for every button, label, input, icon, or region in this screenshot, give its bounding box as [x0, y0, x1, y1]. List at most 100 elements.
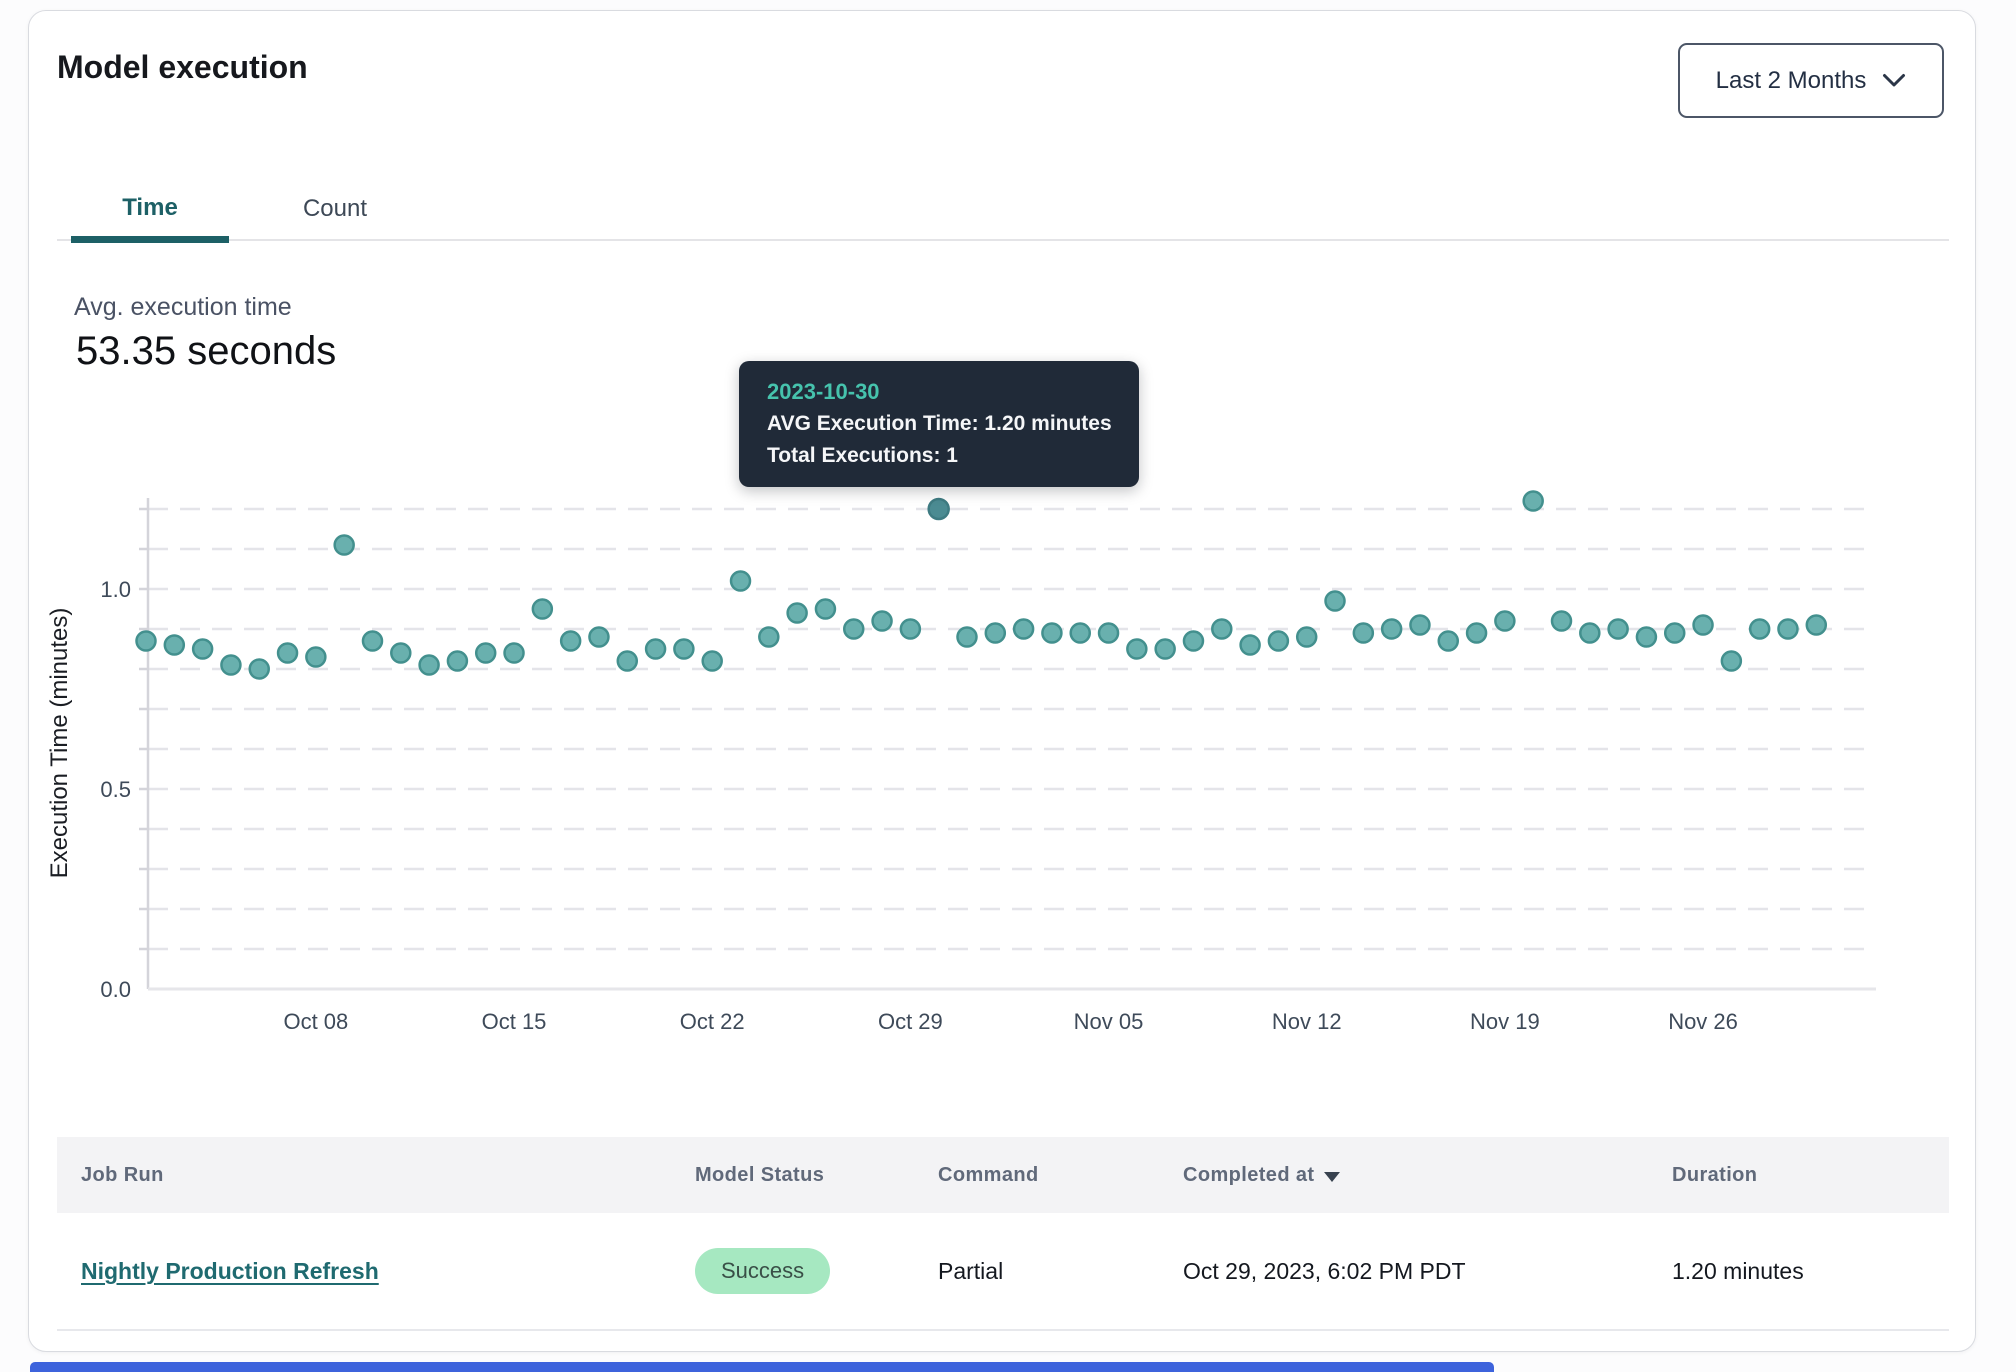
data-point[interactable]: [1354, 624, 1373, 643]
completed-at-cell: Oct 29, 2023, 6:02 PM PDT: [1183, 1213, 1466, 1329]
data-point[interactable]: [589, 628, 608, 647]
data-point[interactable]: [1750, 620, 1769, 639]
data-point[interactable]: [363, 632, 382, 651]
column-header-duration: Duration: [1672, 1164, 1757, 1187]
tooltip-date: 2023-10-30: [767, 376, 1139, 408]
x-tick-label: Nov 12: [1272, 1009, 1342, 1034]
y-axis-title: Execution Time (minutes): [46, 608, 73, 879]
data-point[interactable]: [703, 652, 722, 671]
data-point[interactable]: [873, 612, 892, 631]
column-header-command: Command: [938, 1164, 1039, 1187]
y-tick-label: 0.5: [100, 777, 131, 802]
data-point[interactable]: [505, 644, 524, 663]
job-run-link[interactable]: Nightly Production Refresh: [81, 1258, 379, 1285]
data-point[interactable]: [844, 620, 863, 639]
data-point[interactable]: [391, 644, 410, 663]
chart-tooltip: 2023-10-30 AVG Execution Time: 1.20 minu…: [739, 361, 1139, 487]
data-point[interactable]: [193, 640, 212, 659]
data-point[interactable]: [1722, 652, 1741, 671]
data-point[interactable]: [1241, 636, 1260, 655]
data-point[interactable]: [986, 624, 1005, 643]
data-point-highlighted[interactable]: [929, 499, 949, 519]
column-header-model-status: Model Status: [695, 1164, 824, 1187]
data-point[interactable]: [533, 600, 552, 619]
sort-descending-icon: [1324, 1172, 1340, 1182]
data-point[interactable]: [420, 656, 439, 675]
data-point[interactable]: [165, 636, 184, 655]
bottom-accent-bar: [30, 1362, 1494, 1372]
data-point[interactable]: [1212, 620, 1231, 639]
x-tick-label: Nov 05: [1074, 1009, 1144, 1034]
command-cell: Partial: [938, 1213, 1003, 1329]
data-point[interactable]: [1042, 624, 1061, 643]
data-point[interactable]: [1467, 624, 1486, 643]
data-point[interactable]: [1269, 632, 1288, 651]
data-point[interactable]: [306, 648, 325, 667]
model-execution-card: Model execution Last 2 Months Time Count…: [28, 10, 1976, 1352]
status-badge: Success: [695, 1248, 830, 1294]
data-point[interactable]: [1694, 616, 1713, 635]
data-point[interactable]: [1410, 616, 1429, 635]
data-point[interactable]: [674, 640, 693, 659]
data-point[interactable]: [816, 600, 835, 619]
tab-count[interactable]: Count: [265, 179, 405, 239]
table-header: Job Run Model Status Command Completed a…: [57, 1137, 1949, 1213]
duration-cell: 1.20 minutes: [1672, 1213, 1804, 1329]
column-header-completed-at[interactable]: Completed at: [1183, 1164, 1340, 1187]
tab-time[interactable]: Time: [71, 179, 229, 243]
tooltip-avg-execution-time: AVG Execution Time: 1.20 minutes: [767, 408, 1139, 440]
chevron-down-icon: [1882, 73, 1906, 88]
data-point[interactable]: [1099, 624, 1118, 643]
y-tick-label: 1.0: [100, 577, 131, 602]
data-point[interactable]: [1127, 640, 1146, 659]
data-point[interactable]: [1524, 492, 1543, 511]
date-range-dropdown[interactable]: Last 2 Months: [1678, 43, 1944, 118]
data-point[interactable]: [1184, 632, 1203, 651]
x-tick-label: Oct 22: [680, 1009, 745, 1034]
data-point[interactable]: [1552, 612, 1571, 631]
data-point[interactable]: [1665, 624, 1684, 643]
data-point[interactable]: [646, 640, 665, 659]
data-point[interactable]: [448, 652, 467, 671]
data-point[interactable]: [1156, 640, 1175, 659]
data-point[interactable]: [1071, 624, 1090, 643]
data-point[interactable]: [759, 628, 778, 647]
chart-tabbar: Time Count: [57, 179, 1949, 241]
data-point[interactable]: [335, 536, 354, 555]
data-point[interactable]: [1439, 632, 1458, 651]
avg-execution-time-value: 53.35 seconds: [76, 329, 336, 374]
data-point[interactable]: [1014, 620, 1033, 639]
data-point[interactable]: [1778, 620, 1797, 639]
data-point[interactable]: [901, 620, 920, 639]
data-point[interactable]: [618, 652, 637, 671]
data-point[interactable]: [1297, 628, 1316, 647]
y-tick-label: 0.0: [100, 977, 131, 1002]
page-title: Model execution: [57, 49, 308, 86]
date-range-label: Last 2 Months: [1716, 67, 1867, 95]
data-point[interactable]: [137, 632, 156, 651]
x-tick-label: Oct 15: [482, 1009, 547, 1034]
data-point[interactable]: [1382, 620, 1401, 639]
data-point[interactable]: [250, 660, 269, 679]
column-header-job-run: Job Run: [81, 1164, 164, 1187]
data-point[interactable]: [1807, 616, 1826, 635]
data-point[interactable]: [957, 628, 976, 647]
data-point[interactable]: [788, 604, 807, 623]
data-point[interactable]: [221, 656, 240, 675]
data-point[interactable]: [476, 644, 495, 663]
data-point[interactable]: [1637, 628, 1656, 647]
data-point[interactable]: [278, 644, 297, 663]
tooltip-total-executions: Total Executions: 1: [767, 440, 1139, 472]
x-tick-label: Nov 19: [1470, 1009, 1540, 1034]
data-point[interactable]: [1326, 592, 1345, 611]
completed-at-label: Completed at: [1183, 1164, 1314, 1187]
data-point[interactable]: [561, 632, 580, 651]
x-tick-label: Oct 29: [878, 1009, 943, 1034]
data-point[interactable]: [1580, 624, 1599, 643]
data-point[interactable]: [1495, 612, 1514, 631]
x-tick-label: Oct 08: [283, 1009, 348, 1034]
data-point[interactable]: [1609, 620, 1628, 639]
table-row: Nightly Production Refresh Success Parti…: [57, 1213, 1949, 1331]
x-tick-label: Nov 26: [1668, 1009, 1738, 1034]
data-point[interactable]: [731, 572, 750, 591]
